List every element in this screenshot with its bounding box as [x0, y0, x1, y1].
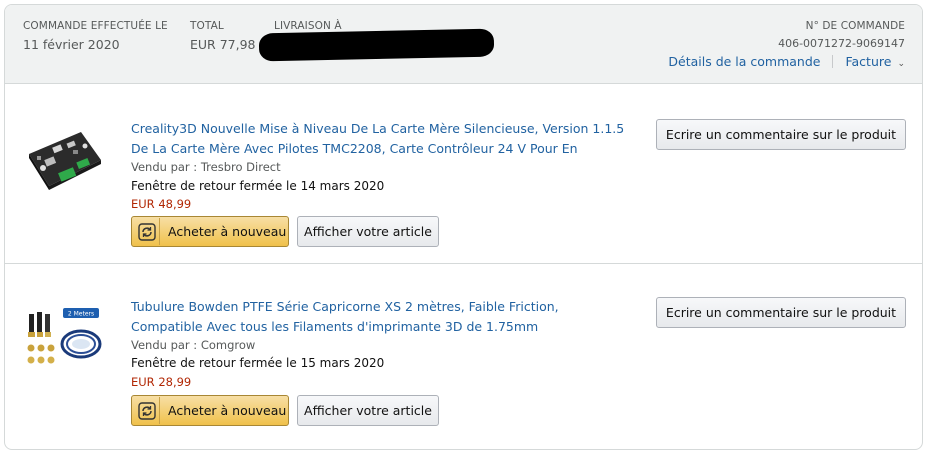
chevron-down-icon: ⌄	[897, 59, 905, 69]
order-number-value: 406-0071272-9069147	[778, 37, 905, 50]
item-price: EUR 28,99	[131, 375, 192, 389]
write-review-button[interactable]: Ecrire un commentaire sur le produit	[656, 297, 906, 328]
seller-info: Vendu par : Tresbro Direct	[131, 160, 281, 174]
buy-again-icon-box	[134, 397, 160, 424]
total-value: EUR 77,98	[190, 37, 256, 52]
reorder-icon	[137, 222, 156, 241]
return-window-text: Fenêtre de retour fermée le 15 mars 2020	[131, 356, 385, 370]
order-item: Creality3D Nouvelle Mise à Niveau De La …	[5, 84, 922, 264]
reorder-icon	[137, 401, 156, 420]
order-placed-date: 11 février 2020	[23, 37, 120, 52]
buy-again-label: Acheter à nouveau	[168, 403, 287, 418]
product-title-link[interactable]: Tubulure Bowden PTFE Série Capricorne XS…	[131, 297, 631, 337]
link-divider	[832, 55, 834, 68]
buy-again-icon-box	[134, 218, 160, 245]
product-title-link[interactable]: Creality3D Nouvelle Mise à Niveau De La …	[131, 119, 631, 159]
order-header: COMMANDE EFFECTUÉE LE 11 février 2020 TO…	[5, 5, 922, 84]
invoice-dropdown[interactable]: Facture ⌄	[845, 54, 905, 69]
order-details-link[interactable]: Détails de la commande	[668, 54, 820, 69]
redacted-address	[258, 28, 495, 62]
order-item: 2 Meters Tubulure Bowden PTFE Série Capr…	[5, 264, 922, 449]
view-item-button[interactable]: Afficher votre article	[297, 395, 439, 426]
invoice-link-label: Facture	[845, 54, 892, 69]
ptfe-tube-kit-icon[interactable]: 2 Meters	[23, 304, 105, 380]
write-review-button[interactable]: Ecrire un commentaire sur le produit	[656, 119, 906, 150]
buy-again-button[interactable]: Acheter à nouveau	[131, 216, 289, 247]
view-item-button[interactable]: Afficher votre article	[297, 216, 439, 247]
buy-again-button[interactable]: Acheter à nouveau	[131, 395, 289, 426]
total-label: TOTAL	[190, 20, 224, 32]
order-card: COMMANDE EFFECTUÉE LE 11 février 2020 TO…	[4, 4, 923, 450]
circuit-board-icon[interactable]	[23, 124, 105, 200]
seller-info: Vendu par : Comgrow	[131, 338, 256, 352]
order-header-links: Détails de la commande Facture ⌄	[668, 54, 905, 69]
ship-to-label: LIVRAISON À	[274, 20, 342, 32]
item-price: EUR 48,99	[131, 197, 192, 211]
buy-again-label: Acheter à nouveau	[168, 224, 287, 239]
order-number-label: N° DE COMMANDE	[805, 20, 905, 32]
return-window-text: Fenêtre de retour fermée le 14 mars 2020	[131, 179, 385, 193]
order-placed-label: COMMANDE EFFECTUÉE LE	[23, 20, 168, 32]
tube-length-badge: 2 Meters	[68, 311, 94, 318]
